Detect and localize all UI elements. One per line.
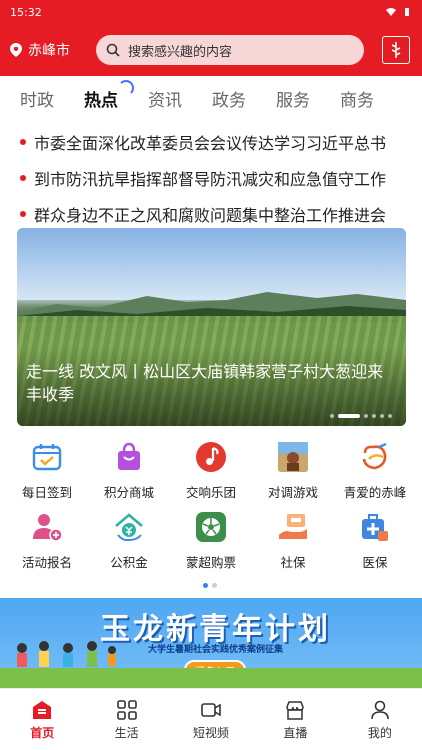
tab-mine[interactable]: 我的 — [338, 689, 422, 750]
headline-text: 到市防汛抗旱指挥部督导防汛减灾和应急值守工作 — [34, 170, 387, 189]
tab-life[interactable]: 生活 — [84, 689, 168, 750]
home-icon — [33, 701, 52, 719]
battery-icon — [405, 8, 409, 16]
service-label: 对调游戏 — [267, 485, 318, 500]
service-label: 医保 — [362, 555, 388, 570]
headline-text: 群众身边不正之风和腐败问题集中整治工作推进会 — [34, 206, 387, 225]
promo-grass — [0, 668, 422, 688]
tab-shizheng[interactable]: 时政 — [20, 86, 84, 111]
list-item[interactable]: 到市防汛抗旱指挥部督导防汛减灾和应急值守工作 — [0, 160, 422, 196]
tab-zixun[interactable]: 资讯 — [148, 86, 212, 111]
tab-shangwu[interactable]: 商务 — [340, 86, 404, 111]
tab-short-video[interactable]: 短视频 — [169, 689, 253, 750]
heart-logo-icon — [358, 440, 392, 474]
carousel-dot — [388, 414, 392, 418]
list-item[interactable]: 群众身边不正之风和腐败问题集中整治工作推进会 — [0, 196, 422, 232]
service-label: 公积金 — [110, 555, 148, 570]
tab-fuwu[interactable]: 服务 — [276, 86, 340, 111]
location-label: 赤峰市 — [28, 43, 70, 59]
search-icon — [106, 43, 120, 57]
tab-redian[interactable]: 热点 — [84, 79, 148, 111]
location-pin-icon — [10, 43, 22, 57]
user-add-icon — [30, 510, 64, 544]
page-dot — [212, 583, 217, 588]
service-symphony[interactable]: 交响乐团 — [170, 436, 252, 506]
service-chifeng-love[interactable]: 青爱的赤峰 — [334, 436, 416, 506]
service-label: 蒙超购票 — [185, 555, 236, 570]
headline-text: 市委全面深化改革委员会会议传达学习习近平总书 — [34, 134, 387, 153]
tab-label: 生活 — [114, 726, 139, 740]
tab-zhengwu[interactable]: 政务 — [212, 86, 276, 111]
page-dot-active — [203, 583, 208, 588]
medical-kit-icon — [358, 510, 392, 544]
service-daily-signin[interactable]: 每日签到 — [6, 436, 88, 506]
service-football-tickets[interactable]: 蒙超购票 — [170, 506, 252, 576]
featured-banner[interactable]: 走一线 改文风丨松山区大庙镇韩家营子村大葱迎来丰收季 — [17, 228, 406, 426]
service-grid: 每日签到 积分商城 交响乐团 对调游戏 青爱的赤峰 活动报名 公积金 蒙超购票 … — [0, 436, 422, 576]
bullet-dot — [20, 211, 26, 217]
calendar-check-icon — [30, 440, 64, 474]
carousel-dot — [330, 414, 334, 418]
status-bar: 15:32 — [0, 0, 422, 24]
service-label: 青爱的赤峰 — [343, 485, 407, 500]
house-coin-icon — [112, 510, 146, 544]
grid-page-indicator — [203, 583, 217, 588]
service-points-mall[interactable]: 积分商城 — [88, 436, 170, 506]
mongolian-script-button[interactable] — [382, 36, 410, 64]
headline-list: 市委全面深化改革委员会会议传达学习习近平总书 到市防汛抗旱指挥部督导防汛减灾和应… — [0, 124, 422, 232]
list-item[interactable]: 市委全面深化改革委员会会议传达学习习近平总书 — [0, 124, 422, 160]
tab-label: 短视频 — [193, 726, 230, 740]
soccer-ball-icon — [194, 510, 228, 544]
video-icon — [201, 703, 221, 717]
tab-live[interactable]: 直播 — [253, 689, 337, 750]
carousel-dot — [372, 414, 376, 418]
hand-card-icon — [276, 510, 310, 544]
service-row: 活动报名 公积金 蒙超购票 社保 医保 — [0, 506, 422, 576]
service-row: 每日签到 积分商城 交响乐团 对调游戏 青爱的赤峰 — [0, 436, 422, 506]
category-tabs: 时政 热点 资讯 政务 服务 商务 — [0, 76, 422, 120]
service-label: 交响乐团 — [185, 485, 236, 500]
banner-caption: 走一线 改文风丨松山区大庙镇韩家营子村大葱迎来丰收季 — [26, 362, 384, 404]
tab-label: 我的 — [367, 726, 392, 740]
promo-banner[interactable]: 玉龙新青年计划 大学生暑期社会实践优秀案例征集 报名入口 — [0, 598, 422, 688]
service-social-security[interactable]: 社保 — [252, 506, 334, 576]
live-store-icon — [286, 701, 305, 720]
grid-icon — [116, 700, 137, 720]
bullet-dot — [20, 175, 26, 181]
service-label: 积分商城 — [103, 485, 154, 500]
bottom-tab-bar: 首页 生活 短视频 直播 我的 — [0, 688, 422, 750]
location-selector[interactable]: 赤峰市 — [10, 40, 90, 60]
carousel-dot — [364, 414, 368, 418]
user-icon — [371, 700, 389, 720]
search-input[interactable]: 搜索感兴趣的内容 — [96, 35, 364, 65]
carousel-dot-active — [338, 414, 360, 418]
status-time: 15:32 — [10, 5, 42, 19]
bullet-dot — [20, 139, 26, 145]
search-placeholder: 搜索感兴趣的内容 — [128, 44, 233, 60]
tab-label: 首页 — [30, 726, 55, 740]
service-label: 每日签到 — [21, 485, 72, 500]
status-icons — [386, 7, 412, 17]
game-tile-icon — [276, 440, 310, 474]
service-label: 活动报名 — [21, 555, 72, 570]
service-label: 社保 — [280, 555, 306, 570]
tab-label: 直播 — [283, 726, 308, 740]
promo-subtitle: 大学生暑期社会实践优秀案例征集 — [148, 645, 284, 655]
service-swap-game[interactable]: 对调游戏 — [252, 436, 334, 506]
carousel-dot — [380, 414, 384, 418]
music-note-icon — [194, 440, 228, 474]
top-header: 赤峰市 搜索感兴趣的内容 — [0, 24, 422, 76]
carousel-indicator — [330, 414, 392, 418]
wifi-icon — [386, 8, 396, 16]
mongolian-script-icon — [391, 42, 401, 58]
service-event-signup[interactable]: 活动报名 — [6, 506, 88, 576]
service-medical-insurance[interactable]: 医保 — [334, 506, 416, 576]
shopping-bag-icon — [112, 440, 146, 474]
service-housing-fund[interactable]: 公积金 — [88, 506, 170, 576]
tab-home[interactable]: 首页 — [0, 689, 84, 750]
